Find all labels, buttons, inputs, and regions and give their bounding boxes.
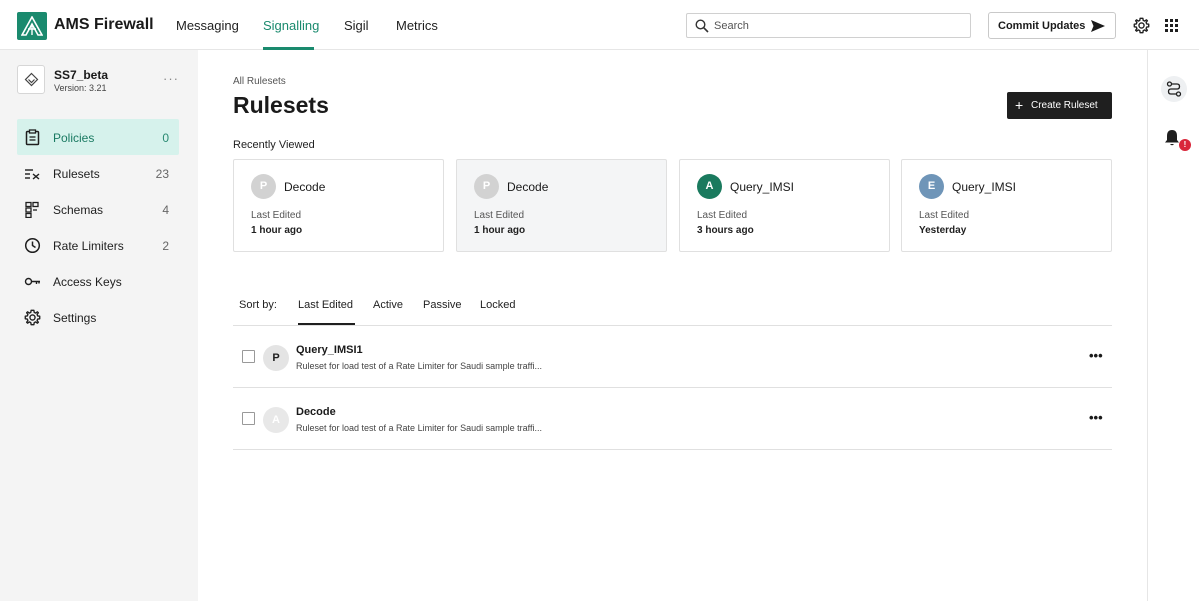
top-bar: AMS Firewall Messaging Signalling Sigil … — [0, 0, 1199, 50]
sort-bar: Sort by: Last Edited Active Passive Lock… — [233, 290, 1112, 326]
card-edited-label: Last Edited — [474, 210, 525, 221]
row-more-menu-icon[interactable]: ••• — [1089, 410, 1103, 425]
app-title: AMS Firewall — [54, 16, 154, 33]
layers-icon — [24, 72, 39, 87]
nav-tab-sigil[interactable]: Sigil — [344, 18, 369, 33]
recently-viewed-heading: Recently Viewed — [233, 139, 315, 151]
avatar: E — [919, 174, 944, 199]
row-checkbox[interactable] — [242, 412, 255, 425]
sidebar-item-rulesets[interactable]: Rulesets 23 — [17, 155, 179, 191]
sidebar-item-label: Rulesets — [53, 167, 100, 181]
sidebar-item-count: 4 — [162, 203, 169, 217]
recent-card[interactable]: E Query_IMSI Last Edited Yesterday — [901, 159, 1112, 252]
key-icon — [24, 277, 40, 286]
route-icon — [1166, 81, 1182, 97]
sidebar-item-access-keys[interactable]: Access Keys — [17, 263, 179, 299]
card-name: Decode — [507, 180, 549, 194]
card-edited-value: 1 hour ago — [474, 225, 526, 236]
active-sort-indicator — [298, 323, 355, 325]
commit-updates-button[interactable]: Commit Updates — [988, 12, 1116, 39]
card-name: Decode — [284, 180, 326, 194]
card-edited-value: 1 hour ago — [251, 225, 303, 236]
sidebar-item-label: Rate Limiters — [53, 239, 124, 253]
search-input[interactable] — [714, 17, 964, 35]
sidebar-item-count: 2 — [162, 239, 169, 253]
sidebar-item-rate-limiters[interactable]: Rate Limiters 2 — [17, 227, 179, 263]
sidebar-item-policies[interactable]: Policies 0 — [17, 119, 179, 155]
row-description: Ruleset for load test of a Rate Limiter … — [296, 423, 542, 433]
sidebar: SS7_beta Version: 3.21 ··· Policies 0 Ru… — [0, 50, 198, 601]
right-rail: ! — [1147, 50, 1199, 601]
card-edited-label: Last Edited — [697, 210, 748, 221]
avatar: P — [251, 174, 276, 199]
search-box[interactable] — [686, 13, 971, 38]
page-title: Rulesets — [233, 92, 329, 118]
sidebar-item-label: Access Keys — [53, 275, 122, 289]
create-ruleset-button[interactable]: + Create Ruleset — [1007, 92, 1112, 119]
clock-icon — [24, 237, 41, 254]
schema-icon — [25, 201, 39, 218]
project-menu-button[interactable]: ··· — [163, 71, 179, 86]
card-edited-value: Yesterday — [919, 225, 967, 236]
breadcrumb[interactable]: All Rulesets — [233, 76, 286, 87]
apps-grid-icon[interactable] — [1165, 19, 1178, 32]
row-description: Ruleset for load test of a Rate Limiter … — [296, 361, 542, 371]
recent-card[interactable]: P Decode Last Edited 1 hour ago — [233, 159, 444, 252]
card-name: Query_IMSI — [952, 180, 1017, 194]
avatar: P — [263, 345, 289, 371]
recent-card[interactable]: A Query_IMSI Last Edited 3 hours ago — [679, 159, 890, 252]
recent-card[interactable]: P Decode Last Edited 1 hour ago — [456, 159, 667, 252]
create-ruleset-label: Create Ruleset — [1031, 100, 1098, 111]
nav-tab-metrics[interactable]: Metrics — [396, 18, 438, 33]
project-name: SS7_beta — [54, 68, 109, 82]
table-row[interactable]: A Decode Ruleset for load test of a Rate… — [233, 388, 1112, 450]
search-icon — [695, 19, 709, 33]
nav-tab-messaging[interactable]: Messaging — [176, 18, 239, 33]
sidebar-item-label: Settings — [53, 311, 97, 325]
project-icon[interactable] — [17, 65, 45, 94]
sidebar-item-label: Schemas — [53, 203, 104, 217]
avatar: A — [697, 174, 722, 199]
gear-icon[interactable] — [1133, 17, 1150, 34]
row-name[interactable]: Decode — [296, 406, 336, 418]
active-tab-indicator — [263, 47, 314, 50]
clipboard-icon — [25, 129, 40, 146]
sidebar-item-count: 23 — [155, 167, 169, 181]
route-button[interactable] — [1161, 76, 1187, 102]
ams-logo-icon[interactable] — [17, 12, 47, 40]
sort-label: Sort by: — [239, 299, 277, 311]
nav-tab-signalling[interactable]: Signalling — [263, 18, 319, 33]
list-check-icon — [25, 169, 40, 180]
avatar: A — [263, 407, 289, 433]
card-edited-label: Last Edited — [251, 210, 302, 221]
row-name[interactable]: Query_IMSI1 — [296, 344, 363, 356]
card-name: Query_IMSI — [730, 180, 795, 194]
commit-updates-label: Commit Updates — [998, 20, 1086, 32]
sort-tab-last-edited[interactable]: Last Edited — [298, 299, 353, 311]
sort-tab-active[interactable]: Active — [373, 299, 403, 311]
row-checkbox[interactable] — [242, 350, 255, 363]
table-row[interactable]: P Query_IMSI1 Ruleset for load test of a… — [233, 326, 1112, 388]
avatar: P — [474, 174, 499, 199]
card-edited-value: 3 hours ago — [697, 225, 754, 236]
gear-icon — [24, 309, 41, 326]
sidebar-item-settings[interactable]: Settings — [17, 299, 179, 335]
row-more-menu-icon[interactable]: ••• — [1089, 348, 1103, 363]
plus-icon: + — [1015, 97, 1024, 113]
sort-tab-passive[interactable]: Passive — [423, 299, 462, 311]
notification-badge: ! — [1179, 139, 1191, 151]
sidebar-item-label: Policies — [53, 131, 95, 145]
send-icon — [1091, 20, 1105, 32]
sort-tab-locked[interactable]: Locked — [480, 299, 515, 311]
sidebar-item-schemas[interactable]: Schemas 4 — [17, 191, 179, 227]
card-edited-label: Last Edited — [919, 210, 970, 221]
project-version: Version: 3.21 — [54, 83, 107, 93]
sidebar-item-count: 0 — [162, 131, 169, 145]
